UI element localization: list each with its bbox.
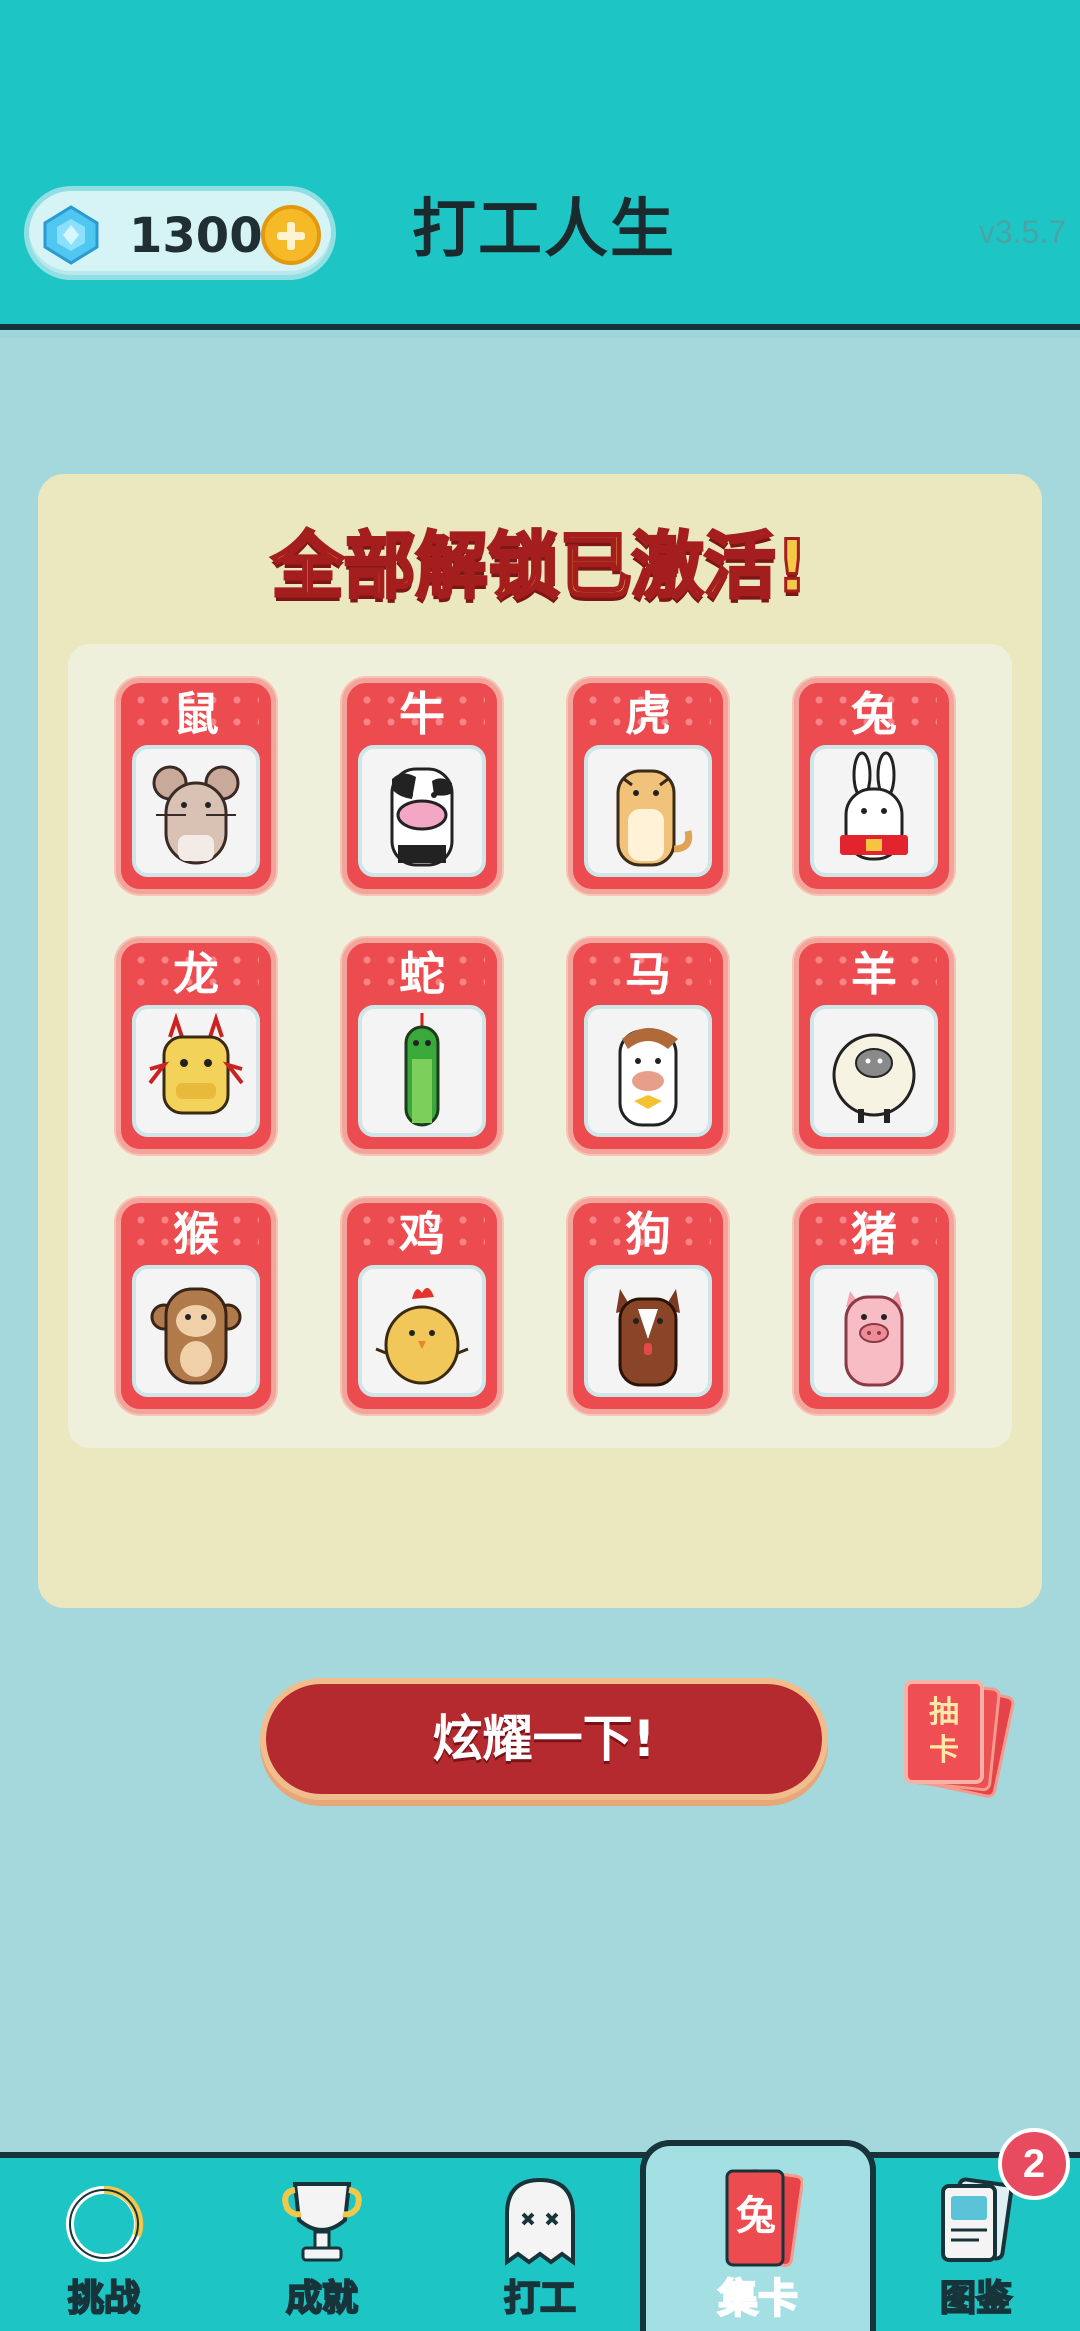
handbook-notification-badge: 2 xyxy=(998,2128,1070,2200)
draw-card-label-1: 抽 xyxy=(929,1695,959,1730)
card-name: 猴 xyxy=(173,1207,219,1261)
tab-label: 打工 xyxy=(503,2277,577,2320)
draw-card-icon: 抽 卡 xyxy=(904,1680,984,1784)
rat-icon xyxy=(152,765,240,865)
snake-icon xyxy=(404,1013,440,1127)
dragon-icon xyxy=(148,1012,244,1115)
card-name: 龙 xyxy=(173,947,219,1001)
trophy-icon xyxy=(282,2182,362,2262)
horse-icon xyxy=(618,1028,678,1127)
card-name: 鸡 xyxy=(399,1207,445,1261)
draw-card-button[interactable]: 抽 卡 xyxy=(900,1678,1026,1802)
zodiac-card-rabbit[interactable]: 兔 xyxy=(794,678,954,894)
tab-label: 集卡 xyxy=(717,2275,799,2323)
version-label: v3.5.7 xyxy=(978,214,1066,250)
tab-achievements[interactable]: 成就 xyxy=(232,2174,412,2324)
card-name: 猪 xyxy=(851,1207,897,1261)
pig-icon xyxy=(844,1291,904,1387)
card-name: 羊 xyxy=(851,947,897,1001)
tab-label: 成就 xyxy=(285,2277,359,2320)
tab-work[interactable]: 打工 xyxy=(450,2174,630,2324)
zodiac-card-pig[interactable]: 猪 xyxy=(794,1198,954,1414)
gem-count: 1300 xyxy=(129,208,263,264)
card-collection-panel: 全部解锁已激活! 鼠 牛 虎 兔 龙 蛇 马 羊 猴 鸡 狗 猪 xyxy=(38,474,1042,1608)
tab-label: 图鉴 xyxy=(939,2277,1013,2320)
dog-icon xyxy=(616,1289,680,1387)
top-header: 1300 打工人生 v3.5.7 xyxy=(0,0,1080,338)
card-name: 虎 xyxy=(625,687,671,741)
monkey-icon xyxy=(150,1287,242,1385)
tab-card-collection[interactable]: 兔 集卡 xyxy=(668,2160,848,2323)
zodiac-card-rooster[interactable]: 鸡 xyxy=(342,1198,502,1414)
zodiac-card-horse[interactable]: 马 xyxy=(568,938,728,1154)
unlock-status-title: 全部解锁已激活! xyxy=(270,523,810,610)
diamond-icon xyxy=(43,205,99,265)
add-gems-button[interactable] xyxy=(261,205,321,265)
ghost-icon xyxy=(505,2177,575,2266)
draw-card-label-2: 卡 xyxy=(929,1733,959,1768)
zodiac-card-ox[interactable]: 牛 xyxy=(342,678,502,894)
tab-challenge[interactable]: 挑战 xyxy=(14,2174,194,2324)
gem-balance: 1300 xyxy=(24,186,336,280)
card-collection-char: 兔 xyxy=(736,2193,776,2239)
show-off-button[interactable]: 炫耀一下! xyxy=(260,1678,828,1800)
ox-icon xyxy=(390,767,454,867)
zodiac-card-sheep[interactable]: 羊 xyxy=(794,938,954,1154)
zodiac-card-dog[interactable]: 狗 xyxy=(568,1198,728,1414)
show-off-label: 炫耀一下! xyxy=(432,1710,656,1768)
zodiac-card-dragon[interactable]: 龙 xyxy=(116,938,276,1154)
tab-label: 挑战 xyxy=(67,2277,141,2320)
zodiac-card-snake[interactable]: 蛇 xyxy=(342,938,502,1154)
zodiac-card-monkey[interactable]: 猴 xyxy=(116,1198,276,1414)
zodiac-card-grid: 鼠 牛 虎 兔 龙 蛇 马 羊 猴 鸡 狗 猪 xyxy=(68,644,1012,1448)
card-name: 牛 xyxy=(399,687,445,741)
sheep-icon xyxy=(832,1033,916,1123)
card-name: 兔 xyxy=(851,687,897,741)
rabbit-icon xyxy=(840,751,908,861)
card-name: 马 xyxy=(625,947,671,1001)
zodiac-card-rat[interactable]: 鼠 xyxy=(116,678,276,894)
rooster-icon xyxy=(375,1287,469,1385)
card-name: 鼠 xyxy=(173,687,219,741)
page-title: 打工人生 xyxy=(412,193,676,267)
card-name: 狗 xyxy=(625,1207,671,1261)
challenge-ring-icon xyxy=(66,2186,144,2262)
tiger-icon xyxy=(616,769,693,867)
card-name: 蛇 xyxy=(399,947,445,1001)
zodiac-card-tiger[interactable]: 虎 xyxy=(568,678,728,894)
